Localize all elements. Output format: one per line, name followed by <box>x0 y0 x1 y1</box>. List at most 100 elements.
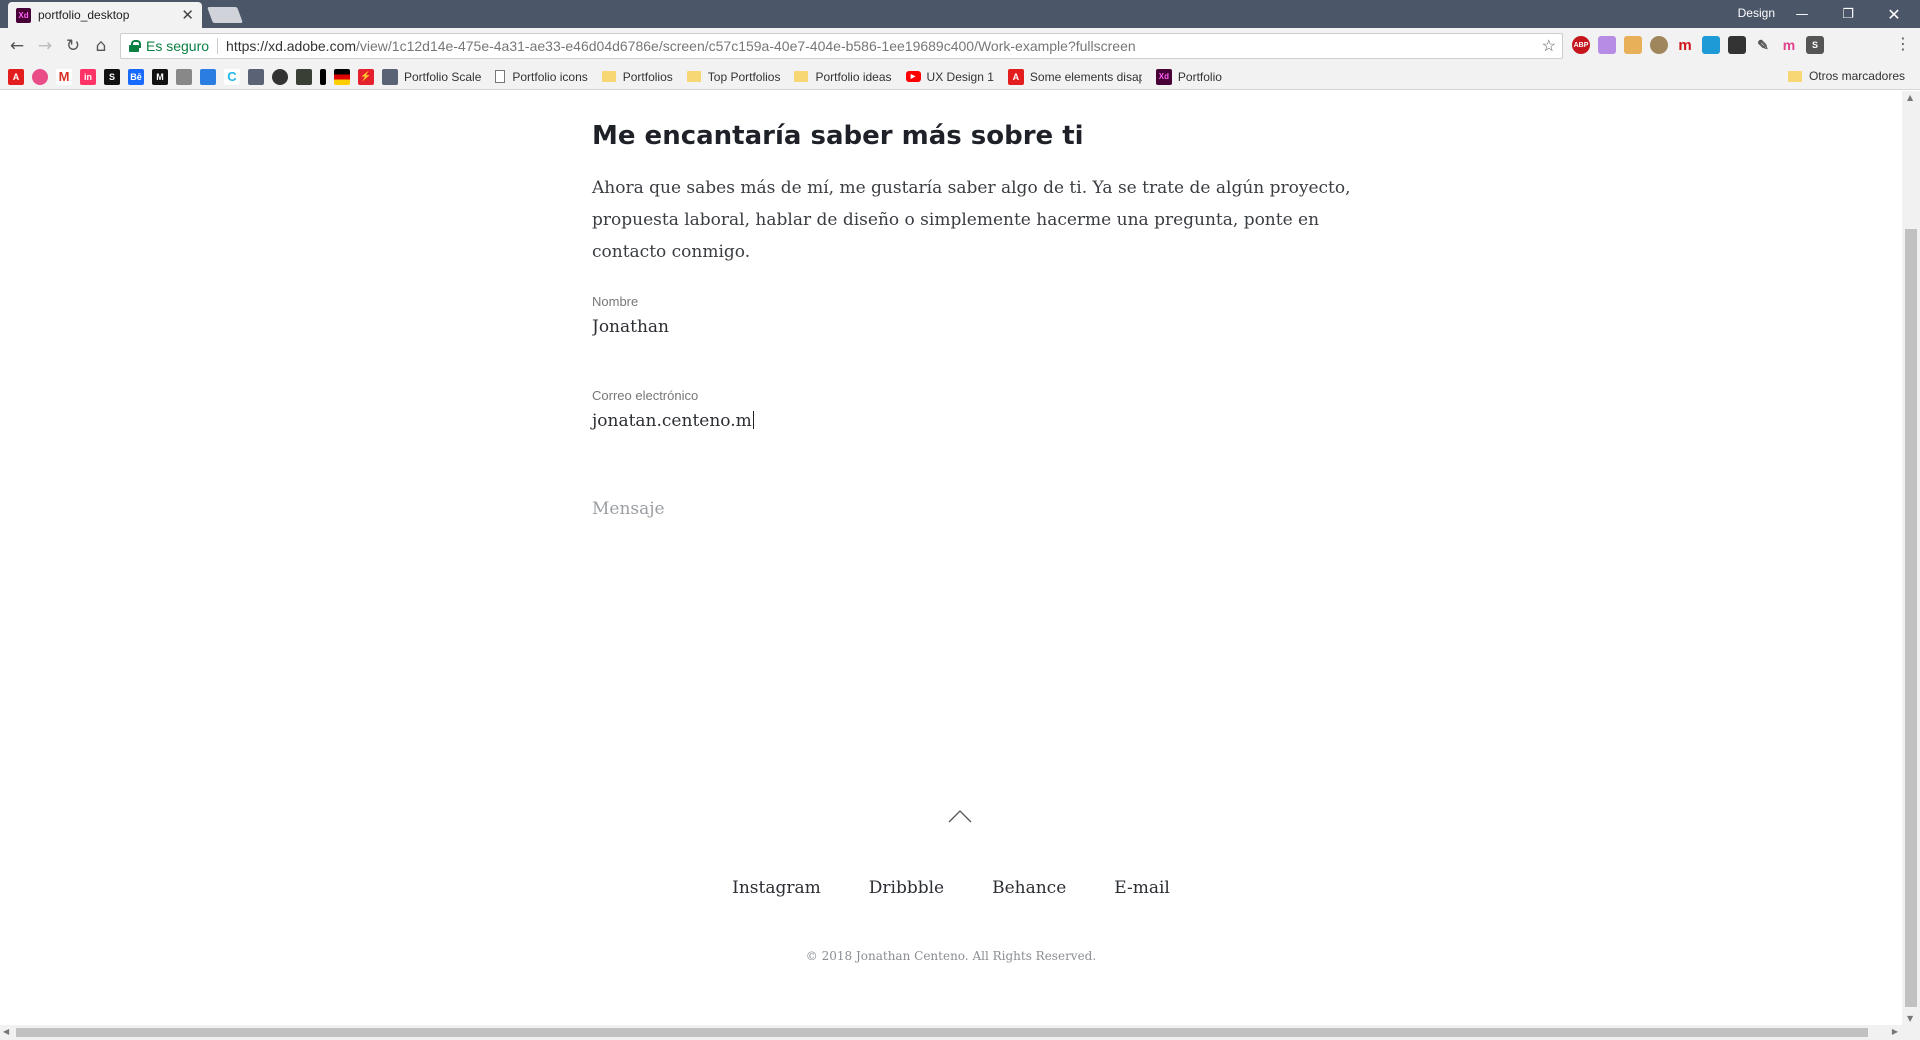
page-icon <box>495 70 506 83</box>
bookmark-label: Portfolio ideas <box>815 69 892 84</box>
medium-icon[interactable]: M <box>152 68 168 85</box>
minimize-icon[interactable]: — <box>1782 3 1822 25</box>
bookmark-label: Portfolio <box>1177 69 1222 84</box>
s-icon[interactable]: S <box>104 68 120 85</box>
circle-icon[interactable] <box>272 68 288 85</box>
intro-text: Ahora que sabes más de mí, me gustaría s… <box>592 178 1351 262</box>
scroll-right-icon[interactable]: ▶ <box>1892 1027 1898 1036</box>
bookmark-ux-design[interactable]: ▶ UX Design 1 <box>905 69 994 84</box>
other-bookmarks[interactable]: Otros marcadores <box>1787 69 1905 83</box>
tab-strip: Xd portfolio_desktop ✕ Design — ❐ ✕ <box>0 0 1920 28</box>
page-viewport: Me encantaría saber más sobre ti Ahora q… <box>0 91 1902 1025</box>
extension-m-icon[interactable]: m <box>1676 36 1694 54</box>
back-icon[interactable]: ← <box>5 35 29 57</box>
new-tab-button[interactable] <box>207 7 243 23</box>
email-label: Correo electrónico <box>592 388 699 403</box>
profile-name[interactable]: Design <box>1738 6 1775 20</box>
window-close-icon[interactable]: ✕ <box>1874 3 1914 25</box>
bookmark-portfolio-icons[interactable]: Portfolio icons <box>495 69 588 84</box>
bolt-icon[interactable]: ⚡ <box>358 68 374 85</box>
xd-icon: Xd <box>1155 68 1172 85</box>
eyedropper-icon[interactable]: ✎ <box>1754 36 1772 54</box>
dribbble-icon[interactable] <box>32 68 48 85</box>
lock-icon <box>129 40 141 52</box>
bookmark-label: Portfolios <box>622 69 673 84</box>
grid-icon[interactable] <box>176 68 192 85</box>
page-title: Me encantaría saber más sobre ti <box>592 121 1084 151</box>
invision-icon[interactable]: in <box>80 68 96 85</box>
adblock-icon[interactable]: ABP <box>1572 36 1590 54</box>
bookmark-portfolio[interactable]: Xd Portfolio <box>1155 68 1222 85</box>
scroll-down-icon[interactable]: ▼ <box>1907 1014 1913 1023</box>
bookmark-top-portfolios[interactable]: Top Portfolios <box>686 70 780 84</box>
chevron-up-icon[interactable] <box>948 809 972 823</box>
bar-icon[interactable] <box>320 68 326 85</box>
message-field[interactable] <box>592 499 1352 699</box>
email-field[interactable]: jonatan.centeno.m <box>592 408 1352 434</box>
other-bookmarks-label: Otros marcadores <box>1808 69 1905 83</box>
bookmark-label: Some elements disap <box>1029 69 1142 84</box>
vertical-scroll-thumb[interactable] <box>1905 229 1917 1007</box>
text-caret <box>752 411 754 429</box>
tab-title: portfolio_desktop <box>38 8 130 22</box>
bookmark-portfolio-ideas[interactable]: Portfolio ideas <box>794 69 892 84</box>
layers-icon[interactable] <box>248 68 264 85</box>
address-bar[interactable]: Es seguro https://xd.adobe.com/view/1c12… <box>120 33 1563 59</box>
folder-icon <box>794 71 809 82</box>
adobe-icon: A <box>1007 68 1024 85</box>
flag-de-icon[interactable] <box>334 68 350 85</box>
tab-portfolio-desktop[interactable]: Xd portfolio_desktop ✕ <box>8 2 202 28</box>
extension-icon[interactable] <box>1598 36 1616 54</box>
behance-icon[interactable]: Bē <box>128 68 144 85</box>
name-label: Nombre <box>592 294 639 309</box>
extension-icon[interactable] <box>1702 36 1720 54</box>
scroll-up-icon[interactable]: ▲ <box>1907 93 1913 102</box>
folder-icon <box>601 71 616 82</box>
restore-icon[interactable]: ❐ <box>1828 3 1868 25</box>
camera-icon[interactable] <box>1728 36 1746 54</box>
horizontal-scroll-thumb[interactable] <box>16 1028 1868 1037</box>
bookmark-some-elements[interactable]: A Some elements disap <box>1007 68 1142 85</box>
folder-icon <box>1787 70 1802 82</box>
bookmark-label: Portfolio icons <box>512 69 588 84</box>
browser-window: Xd portfolio_desktop ✕ Design — ❐ ✕ ← → … <box>0 0 1920 1040</box>
behance-link[interactable]: Behance <box>992 878 1066 898</box>
adobe-icon[interactable]: A <box>8 68 24 85</box>
email-value: jonatan.centeno.m <box>592 411 752 431</box>
url-host: https://xd.adobe.com <box>226 38 357 54</box>
copyright: © 2018 Jonathan Centeno. All Rights Rese… <box>805 949 1097 963</box>
url-path: /view/1c12d14e-475e-4a31-ae33-e46d04d678… <box>356 38 1136 54</box>
folder-icon <box>686 71 701 82</box>
list-icon <box>382 68 398 85</box>
bookmark-label: UX Design 1 <box>926 69 994 84</box>
scroll-left-icon[interactable]: ◀ <box>3 1027 9 1036</box>
bookmark-label: Portfolio Scale <box>404 69 482 84</box>
horizontal-scrollbar[interactable]: ◀ ▶ <box>0 1025 1920 1040</box>
bookmark-portfolios[interactable]: Portfolios <box>601 69 673 84</box>
xd-icon: Xd <box>16 7 31 23</box>
menu-icon[interactable]: ⋮ <box>1895 34 1911 53</box>
play-icon[interactable] <box>296 68 312 85</box>
social-links: Instagram Dribbble Behance E-mail <box>0 878 1902 898</box>
instagram-link[interactable]: Instagram <box>732 878 821 898</box>
home-icon[interactable]: ⌂ <box>89 35 113 57</box>
vertical-scrollbar[interactable]: ▲ ▼ <box>1902 91 1920 1025</box>
extension-icon[interactable] <box>1624 36 1642 54</box>
name-field[interactable] <box>592 314 1352 340</box>
bookmark-portfolio-scale[interactable]: Portfolio Scale <box>382 68 482 85</box>
divider <box>217 38 219 54</box>
close-icon[interactable]: ✕ <box>181 6 194 24</box>
dribbble-link[interactable]: Dribbble <box>869 878 944 898</box>
gmail-icon[interactable]: M <box>56 68 72 85</box>
forward-icon[interactable]: → <box>33 35 57 57</box>
extensions: ABP m ✎ m S <box>1572 36 1824 56</box>
extension-m-icon[interactable]: m <box>1780 36 1798 54</box>
reload-icon[interactable]: ↻ <box>61 35 85 57</box>
extension-s-icon[interactable]: S <box>1806 36 1824 54</box>
cookie-icon[interactable] <box>1650 36 1668 54</box>
secure-label: Es seguro <box>146 38 210 54</box>
c-icon[interactable]: C <box>224 68 240 85</box>
email-link[interactable]: E-mail <box>1114 878 1170 898</box>
bookmark-star-icon[interactable]: ☆ <box>1542 36 1556 56</box>
flag-icon[interactable] <box>200 68 216 85</box>
